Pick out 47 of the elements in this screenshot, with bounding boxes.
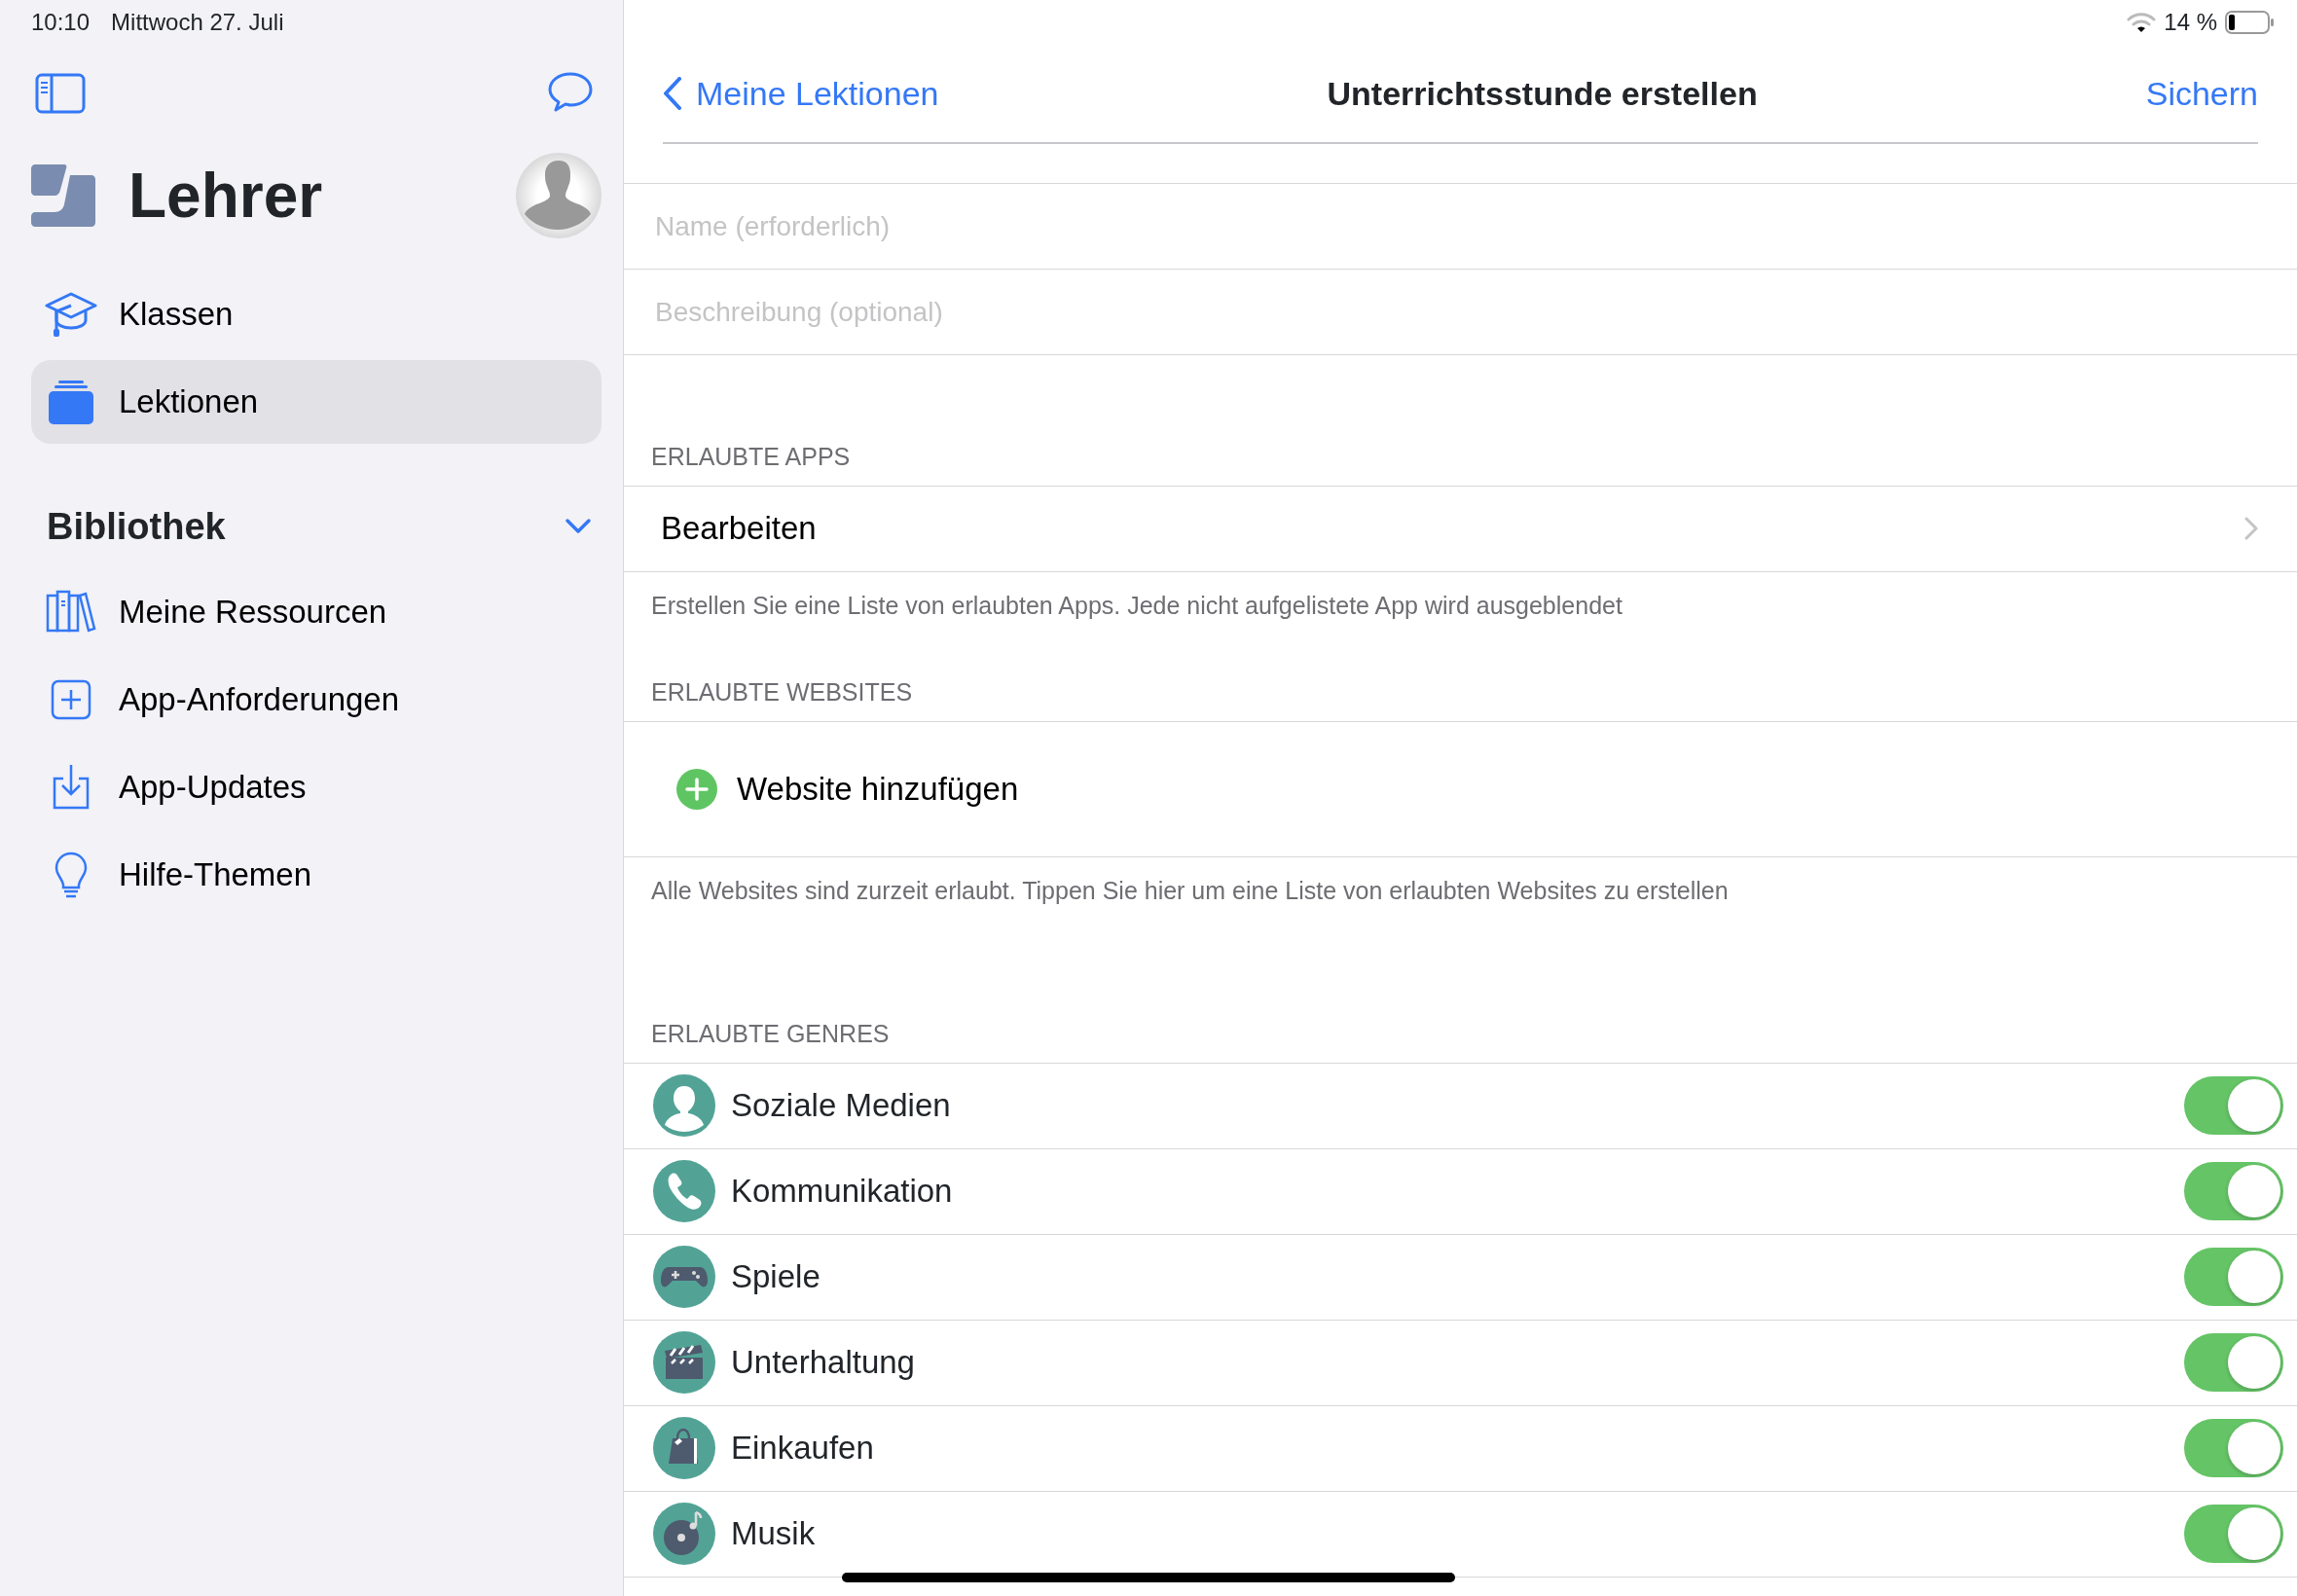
sidebar-item[interactable]: App-Anforderungen — [31, 658, 602, 742]
sidebar-item[interactable]: Lektionen — [31, 360, 602, 444]
section-header: ERLAUBTE GENRES — [624, 1016, 2297, 1064]
save-button[interactable]: Sichern — [2145, 68, 2258, 119]
time-text: 10:10 — [31, 8, 91, 37]
section-header: ERLAUBTE APPS — [624, 439, 2297, 487]
section-footer: Erstellen Sie eine Liste von erlaubten Apps. Jede nicht aufgelistete App wird ausgeblendet — [624, 571, 2297, 624]
date-text: Mittwoch 27. Juli — [111, 8, 284, 37]
genre-label: Spiele — [731, 1257, 821, 1297]
person-icon — [653, 1074, 715, 1137]
toggle-switch[interactable] — [2184, 1076, 2283, 1135]
battery-percent: 14 % — [2164, 8, 2217, 37]
toggle-switch[interactable] — [2184, 1248, 2283, 1306]
toggle-switch[interactable] — [2184, 1333, 2283, 1392]
section-title: Bibliothek — [47, 504, 226, 549]
sidebar-item[interactable]: App-Updates — [31, 745, 602, 829]
app-title: Lehrer — [128, 160, 323, 233]
sidebar-item[interactable]: Meine Ressourcen — [31, 570, 602, 654]
sidebar-item[interactable]: Hilfe-Themen — [31, 833, 602, 917]
genre-label: Soziale Medien — [731, 1086, 952, 1126]
toggle-switch[interactable] — [2184, 1505, 2283, 1563]
avatar-icon[interactable] — [516, 153, 602, 238]
chevron-right-icon — [2244, 517, 2258, 540]
gamepad-icon — [653, 1246, 715, 1308]
genre-label: Kommunikation — [731, 1172, 954, 1212]
section-footer: Alle Websites sind zurzeit erlaubt. Tippen Sie hier um eine Liste von erlaubten Websites zu erstellen — [624, 856, 2297, 909]
graduation-cap-icon — [45, 290, 97, 339]
battery-icon — [2225, 11, 2276, 34]
genre-label: Musik — [731, 1514, 817, 1554]
back-button[interactable]: Meine Lektionen — [663, 68, 939, 119]
toggle-switch[interactable] — [2184, 1419, 2283, 1477]
genre-label: Einkaufen — [731, 1429, 875, 1469]
chevron-left-icon — [663, 77, 682, 110]
chevron-icon[interactable] — [565, 518, 592, 535]
wifi-icon — [2127, 12, 2157, 33]
app-logo-icon — [31, 164, 95, 227]
section-header: ERLAUBTE WEBSITES — [624, 674, 2297, 722]
sidebar-item[interactable]: Klassen — [31, 272, 602, 356]
page-title: Unterrichtsstunde erstellen — [1327, 73, 1758, 114]
plus-circle-icon — [676, 768, 717, 810]
music-disc-icon — [653, 1503, 715, 1565]
sidebar-icon[interactable] — [35, 73, 86, 114]
shopping-bag-icon — [653, 1417, 715, 1479]
genre-label: Unterhaltung — [731, 1343, 916, 1383]
clapperboard-icon — [653, 1331, 715, 1394]
phone-icon — [653, 1160, 715, 1222]
toggle-switch[interactable] — [2184, 1162, 2283, 1220]
